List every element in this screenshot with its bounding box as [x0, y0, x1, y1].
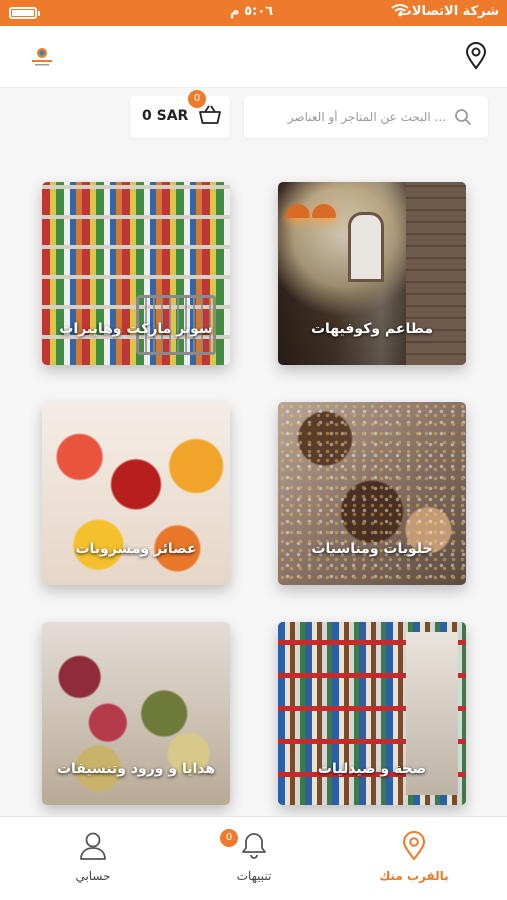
category-label: عصائر ومشروبات [75, 541, 197, 557]
cart-button[interactable]: 0 SAR 0 [130, 90, 230, 138]
bell-icon [241, 831, 267, 865]
sweets-image [278, 402, 466, 585]
category-label: مطاعم وكوفيهات [310, 321, 434, 337]
notification-badge: 0 [220, 829, 238, 847]
category-pharmacies[interactable]: صحة و صيدليات [278, 622, 466, 805]
nav-nearby[interactable]: بالقرب منك [354, 817, 474, 900]
search-input[interactable] [244, 96, 454, 138]
gifts-image [42, 622, 230, 805]
basket-icon [198, 104, 222, 130]
nav-notifications[interactable]: 0 تنبيهات [194, 817, 314, 900]
pharmacy-image [278, 622, 466, 805]
nav-label: تنبيهات [236, 869, 272, 883]
juices-image [42, 402, 230, 585]
category-label: صحة و صيدليات [317, 761, 427, 777]
supermarket-image [42, 182, 230, 365]
bottom-nav: بالقرب منك 0 تنبيهات حسابي [0, 816, 507, 900]
category-juices[interactable]: عصائر ومشروبات [42, 402, 230, 585]
location-pin-icon [402, 831, 426, 865]
app-logo [28, 44, 56, 72]
nav-label: بالقرب منك [379, 869, 449, 883]
category-restaurants[interactable]: مطاعم وكوفيهات [278, 182, 466, 365]
clock: ٥:٠٦ م [230, 4, 274, 19]
category-sweets[interactable]: حلويات ومناسبات [278, 402, 466, 585]
restaurant-image [278, 182, 466, 365]
battery-icon [9, 7, 40, 19]
carrier-name: شركة الاتصالات [398, 4, 499, 19]
search-bar[interactable] [244, 96, 488, 138]
user-icon [79, 831, 107, 865]
category-label: سوبر ماركت وهايبرات [59, 321, 213, 337]
wifi-icon [391, 3, 409, 21]
nav-account[interactable]: حسابي [33, 817, 153, 900]
location-pin-icon[interactable] [465, 42, 487, 74]
category-label: هدايا و ورود وتنسيقات [56, 761, 216, 777]
search-icon [454, 108, 472, 130]
category-supermarkets[interactable]: سوبر ماركت وهايبرات [42, 182, 230, 365]
cart-count-badge: 0 [188, 90, 206, 108]
nav-label: حسابي [75, 869, 111, 883]
cart-amount: 0 SAR [142, 108, 189, 124]
app-header [0, 26, 507, 88]
category-gifts[interactable]: هدايا و ورود وتنسيقات [42, 622, 230, 805]
category-label: حلويات ومناسبات [311, 541, 433, 557]
status-bar: شركة الاتصالات ٥:٠٦ م [0, 0, 507, 26]
